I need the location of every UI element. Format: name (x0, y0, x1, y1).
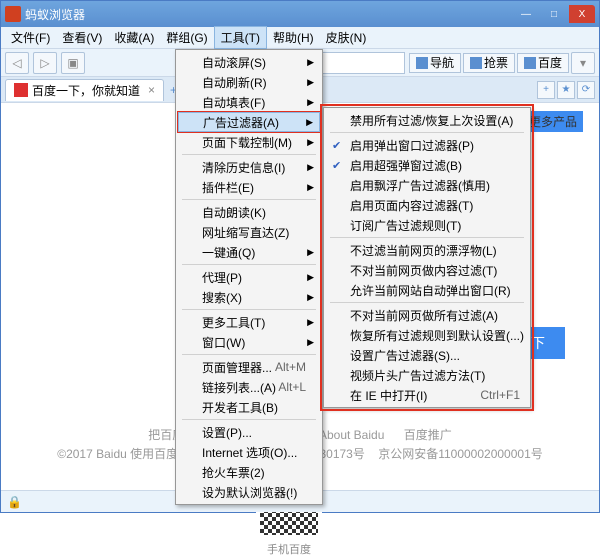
menu-item[interactable]: 插件栏(E)▶ (178, 177, 320, 197)
window-title: 蚂蚁浏览器 (25, 6, 513, 23)
menu-item[interactable]: 页面下载控制(M)▶ (178, 132, 320, 152)
tab-active[interactable]: 百度一下，你就知道 × (5, 79, 164, 101)
tab-favicon (14, 83, 28, 97)
menu-groups[interactable]: 群组(G) (160, 27, 213, 48)
minimize-button[interactable]: — (513, 5, 539, 23)
submenu-item[interactable]: 视频片头广告过滤方法(T) (326, 365, 528, 385)
footer-link[interactable]: About Baidu (319, 428, 384, 442)
menu-item[interactable]: Internet 选项(O)... (178, 442, 320, 462)
menu-item[interactable]: 代理(P)▶ (178, 267, 320, 287)
globe-icon (416, 57, 428, 69)
app-icon (5, 6, 21, 22)
submenu-item[interactable]: 不对当前网页做所有过滤(A) (326, 305, 528, 325)
forward-button[interactable]: ▷ (33, 52, 57, 74)
qrcode-label: 手机百度 (256, 541, 322, 557)
submenu-item[interactable]: ✔启用超强弹窗过滤(B) (326, 155, 528, 175)
menu-item[interactable]: 开发者工具(B) (178, 397, 320, 417)
menu-view[interactable]: 查看(V) (56, 27, 108, 48)
menu-item[interactable]: 更多工具(T)▶ (178, 312, 320, 332)
ticket-icon (470, 57, 482, 69)
submenu-item[interactable]: 不对当前网页做内容过滤(T) (326, 260, 528, 280)
menu-file[interactable]: 文件(F) (5, 27, 56, 48)
menu-item[interactable]: 自动朗读(K) (178, 202, 320, 222)
submenu-item[interactable]: 启用页面内容过滤器(T) (326, 195, 528, 215)
submenu-item[interactable]: 启用飘浮广告过滤器(慎用) (326, 175, 528, 195)
submenu-item[interactable]: 在 IE 中打开(I)Ctrl+F1 (326, 385, 528, 405)
menu-item[interactable]: 搜索(X)▶ (178, 287, 320, 307)
menu-item[interactable]: 设为默认浏览器(!) (178, 482, 320, 502)
submenu-item[interactable]: 恢复所有过滤规则到默认设置(...) (326, 325, 528, 345)
more-products-link[interactable]: 更多产品 (523, 111, 583, 132)
menu-item[interactable]: 链接列表...(A)Alt+L (178, 377, 320, 397)
menu-favorites[interactable]: 收藏(A) (108, 27, 160, 48)
menu-skin[interactable]: 皮肤(N) (320, 27, 373, 48)
menu-item[interactable]: 自动刷新(R)▶ (178, 72, 320, 92)
nav-button[interactable]: 导航 (409, 53, 461, 73)
menu-item[interactable]: 抢火车票(2) (178, 462, 320, 482)
menu-item[interactable]: 页面管理器...Alt+M (178, 357, 320, 377)
menu-item[interactable]: 一键通(Q)▶ (178, 242, 320, 262)
submenu-item[interactable]: 允许当前网站自动弹出窗口(R) (326, 280, 528, 300)
menu-help[interactable]: 帮助(H) (267, 27, 320, 48)
star-button[interactable]: ★ (557, 81, 575, 99)
menu-item[interactable]: 设置(P)... (178, 422, 320, 442)
submenu-item[interactable]: 禁用所有过滤/恢复上次设置(A) (326, 110, 528, 130)
submenu-item[interactable]: 订阅广告过滤规则(T) (326, 215, 528, 235)
baidu-button[interactable]: 百度 (517, 53, 569, 73)
adfilter-submenu: 禁用所有过滤/恢复上次设置(A) ✔启用弹出窗口过滤器(P)✔启用超强弹窗过滤(B… (323, 107, 531, 408)
submenu-item[interactable]: 不过滤当前网页的漂浮物(L) (326, 240, 528, 260)
footer-extra: 京公网安备11000002000001号 (378, 447, 543, 461)
tickets-button[interactable]: 抢票 (463, 53, 515, 73)
menu-item[interactable]: 网址缩写直达(Z) (178, 222, 320, 242)
stop-button[interactable]: ▣ (61, 52, 85, 74)
dropdown-button[interactable]: ▾ (571, 52, 595, 74)
menubar: 文件(F) 查看(V) 收藏(A) 群组(G) 工具(T) 帮助(H) 皮肤(N… (1, 27, 599, 49)
paw-icon (524, 57, 536, 69)
menu-item[interactable]: 自动填表(F)▶ (178, 92, 320, 112)
titlebar: 蚂蚁浏览器 — □ X (1, 1, 599, 27)
tools-dropdown: 自动滚屏(S)▶自动刷新(R)▶自动填表(F)▶广告过滤器(A)▶页面下载控制(… (175, 49, 323, 505)
submenu-item[interactable]: 设置广告过滤器(S)... (326, 345, 528, 365)
tab-title: 百度一下，你就知道 (32, 82, 140, 99)
footer-link[interactable]: 百度推广 (404, 428, 452, 442)
menu-item[interactable]: 广告过滤器(A)▶ (178, 112, 320, 132)
lock-icon: 🔒 (7, 495, 21, 509)
submenu-item[interactable]: ✔启用弹出窗口过滤器(P) (326, 135, 528, 155)
add-button[interactable]: + (537, 81, 555, 99)
menu-item[interactable]: 自动滚屏(S)▶ (178, 52, 320, 72)
close-button[interactable]: X (569, 5, 595, 23)
refresh-button[interactable]: ⟳ (577, 81, 595, 99)
menu-item[interactable]: 清除历史信息(I)▶ (178, 157, 320, 177)
back-button[interactable]: ◁ (5, 52, 29, 74)
menu-item[interactable]: 窗口(W)▶ (178, 332, 320, 352)
maximize-button[interactable]: □ (541, 5, 567, 23)
tab-close-icon[interactable]: × (148, 83, 155, 97)
menu-tools[interactable]: 工具(T) (214, 26, 267, 49)
